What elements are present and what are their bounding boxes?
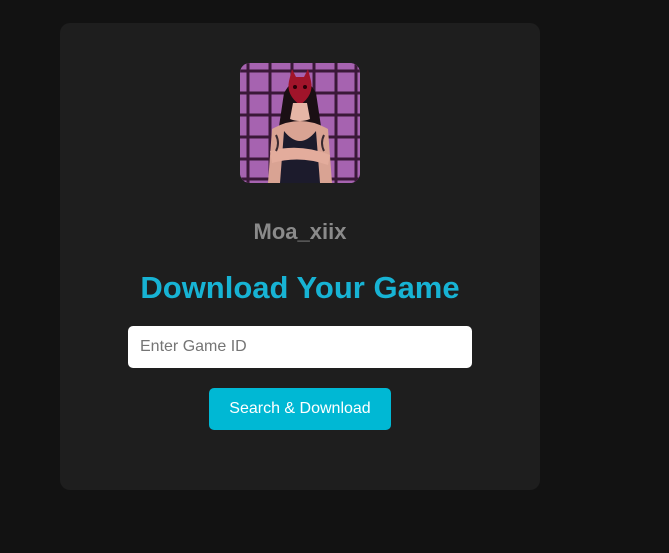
- avatar-image: [240, 63, 360, 183]
- avatar: [240, 63, 360, 183]
- download-card: Moa_xiix Download Your Game Search & Dow…: [60, 23, 540, 490]
- page-title: Download Your Game: [140, 270, 460, 305]
- username: Moa_xiix: [253, 219, 347, 244]
- game-id-input[interactable]: [128, 326, 472, 368]
- search-download-button[interactable]: Search & Download: [209, 388, 391, 430]
